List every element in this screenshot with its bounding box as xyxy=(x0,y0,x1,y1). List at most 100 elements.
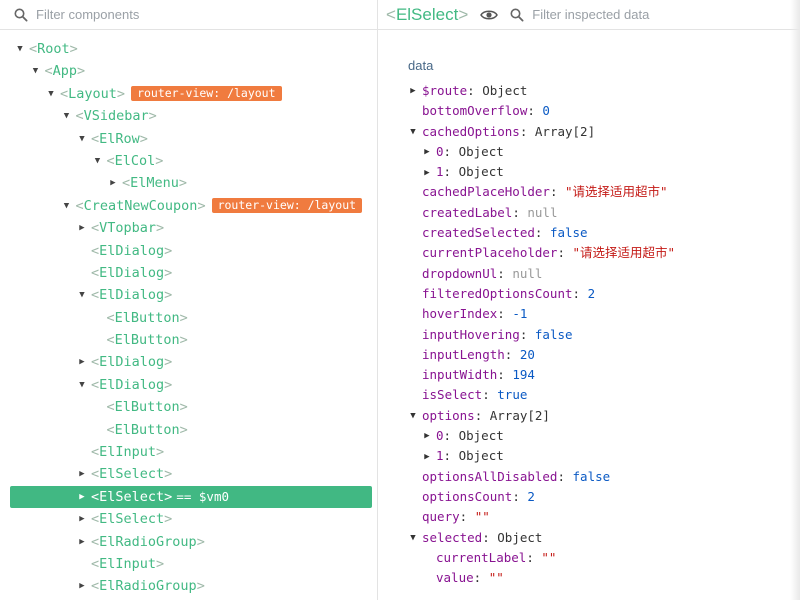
data-prop-row[interactable]: ▼ selected: Object xyxy=(408,528,675,548)
prop-value: Object xyxy=(482,83,528,98)
tag-close-bracket: > xyxy=(156,444,165,461)
triangle-right-icon[interactable]: ▶ xyxy=(76,351,88,373)
tree-row[interactable]: ▼ <ElDialog> xyxy=(0,284,377,306)
triangle-right-icon[interactable]: ▶ xyxy=(76,508,88,530)
tag-open-bracket: < xyxy=(91,265,100,282)
tree-row[interactable]: ▶ <VTopbar> xyxy=(0,217,377,239)
tree-row[interactable]: ▼ <VSidebar> xyxy=(0,105,377,127)
tree-row[interactable]: ▶<ElButton> xyxy=(0,329,377,351)
component-tag-name: Layout xyxy=(68,85,117,102)
prop-key: createdLabel xyxy=(422,204,513,220)
tree-row[interactable]: ▶<ElInput> xyxy=(0,553,377,575)
search-icon xyxy=(510,8,524,22)
triangle-right-icon[interactable]: ▶ xyxy=(76,463,88,485)
prop-key: filteredOptionsCount xyxy=(422,285,573,301)
prop-separator: : xyxy=(549,184,565,200)
tree-row[interactable]: ▼ <ElRow> xyxy=(0,128,377,150)
prop-value: Object xyxy=(497,529,543,545)
tag-open-bracket: < xyxy=(91,220,100,237)
data-prop-row[interactable]: ▶ 0: Object xyxy=(408,142,675,162)
triangle-down-icon[interactable]: ▼ xyxy=(61,195,73,217)
tree-row[interactable]: ▶<ElButton> xyxy=(0,396,377,418)
tree-row[interactable]: ▼ <App> xyxy=(0,60,377,82)
triangle-right-icon[interactable]: ▶ xyxy=(408,81,418,101)
prop-separator: : xyxy=(519,123,535,139)
triangle-right-icon[interactable]: ▶ xyxy=(422,163,432,183)
triangle-right-icon[interactable]: ▶ xyxy=(76,575,88,597)
component-tag-name: CreatNewCoupon xyxy=(83,197,198,214)
prop-key: value xyxy=(436,570,474,586)
data-prop-row[interactable]: ▶ 0: Object xyxy=(408,426,675,446)
component-tag-name: ElRow xyxy=(99,130,140,147)
tree-row[interactable]: ▶<ElButton> xyxy=(0,419,377,441)
component-tag-name: ElButton xyxy=(114,421,180,438)
tree-row[interactable]: ▶<ElDialog> xyxy=(0,262,377,284)
triangle-down-icon[interactable]: ▼ xyxy=(76,284,88,306)
prop-separator: : xyxy=(534,225,550,241)
tree-row[interactable]: ▶<ElButton> xyxy=(0,307,377,329)
tree-row[interactable]: ▶<ElDialog> xyxy=(0,240,377,262)
tree-row[interactable]: ▶<ElDialog> xyxy=(0,351,377,373)
component-tag-name: ElSelect xyxy=(99,489,165,506)
prop-key: 1 xyxy=(436,164,444,180)
prop-key: cachedOptions xyxy=(422,123,520,139)
tree-row[interactable]: ▶<ElInput> xyxy=(0,441,377,463)
data-prop-row[interactable]: ▶ 1: Object xyxy=(408,162,675,182)
triangle-down-icon[interactable]: ▼ xyxy=(92,150,104,172)
data-prop-row[interactable]: ▼ cachedOptions: Array[2] xyxy=(408,122,675,142)
triangle-right-icon[interactable]: ▶ xyxy=(76,531,88,553)
tree-row[interactable]: ▼ <Layout> router-view: /layout xyxy=(0,83,377,105)
triangle-down-icon[interactable]: ▼ xyxy=(408,528,418,548)
triangle-right-icon[interactable]: ▶ xyxy=(422,426,432,446)
prop-separator: : xyxy=(497,265,513,281)
tag-open-bracket: < xyxy=(91,354,100,371)
prop-value: Object xyxy=(458,428,504,444)
tree-row[interactable]: ▶ <ElMenu> xyxy=(0,172,377,194)
triangle-right-icon[interactable]: ▶ xyxy=(422,142,432,162)
prop-key: $route xyxy=(422,83,468,98)
inspected-component-name: <ElSelect> xyxy=(386,4,469,24)
triangle-down-icon[interactable]: ▼ xyxy=(76,128,88,150)
triangle-right-icon[interactable]: ▶ xyxy=(76,217,88,239)
eye-icon[interactable] xyxy=(480,9,499,21)
triangle-right-icon[interactable]: ▶ xyxy=(107,172,119,194)
triangle-right-icon[interactable]: ▶ xyxy=(76,486,88,508)
tag-open-bracket: < xyxy=(106,332,115,349)
tree-row[interactable]: ▶ <ElRadioGroup> xyxy=(0,575,377,597)
tag-close-bracket: > xyxy=(179,309,188,326)
component-tag-name: ElDialog xyxy=(99,265,165,282)
data-prop-row[interactable]: ▶ $route: Object xyxy=(408,81,675,101)
prop-key: inputLength xyxy=(422,346,505,362)
tag-close-bracket: > xyxy=(164,354,173,371)
triangle-down-icon[interactable]: ▼ xyxy=(14,38,26,60)
prop-key: options xyxy=(422,407,475,423)
prop-separator: : xyxy=(473,570,489,586)
prop-separator: : xyxy=(512,488,528,504)
tree-row[interactable]: ▶ <ElSelect> xyxy=(0,508,377,530)
tree-row[interactable]: ▼ <ElDialog> xyxy=(0,374,377,396)
prop-key: query xyxy=(422,509,460,525)
triangle-down-icon[interactable]: ▼ xyxy=(76,374,88,396)
data-prop-row[interactable]: ▶ 1: Object xyxy=(408,446,675,466)
tag-close-bracket: > xyxy=(155,153,164,170)
triangle-down-icon[interactable]: ▼ xyxy=(45,83,57,105)
tree-row[interactable]: ▼ <Root> xyxy=(0,38,377,60)
triangle-down-icon[interactable]: ▼ xyxy=(30,60,42,82)
filter-components-input[interactable] xyxy=(36,7,336,22)
tag-open-bracket: < xyxy=(91,556,100,573)
prop-value: true xyxy=(497,387,528,403)
filter-inspected-data-input[interactable] xyxy=(532,7,733,22)
tree-row[interactable]: ▶ <ElSelect> == $vm0 xyxy=(10,485,372,509)
component-tag-name: VSidebar xyxy=(83,108,149,125)
triangle-right-icon[interactable]: ▶ xyxy=(422,447,432,467)
tree-row[interactable]: ▼ <ElCol> xyxy=(0,150,377,172)
triangle-down-icon[interactable]: ▼ xyxy=(408,122,418,142)
tree-row[interactable]: ▶ <ElSelect> xyxy=(0,463,377,485)
component-tag-name: App xyxy=(52,63,78,80)
triangle-down-icon[interactable]: ▼ xyxy=(408,406,418,426)
data-prop-row[interactable]: ▼ options: Array[2] xyxy=(408,406,675,426)
tree-row[interactable]: ▼ <CreatNewCoupon> router-view: /layout xyxy=(0,195,377,217)
triangle-down-icon[interactable]: ▼ xyxy=(61,105,73,127)
tree-row[interactable]: ▶ <ElRadioGroup> xyxy=(0,531,377,553)
tag-close-bracket: > xyxy=(156,556,165,573)
